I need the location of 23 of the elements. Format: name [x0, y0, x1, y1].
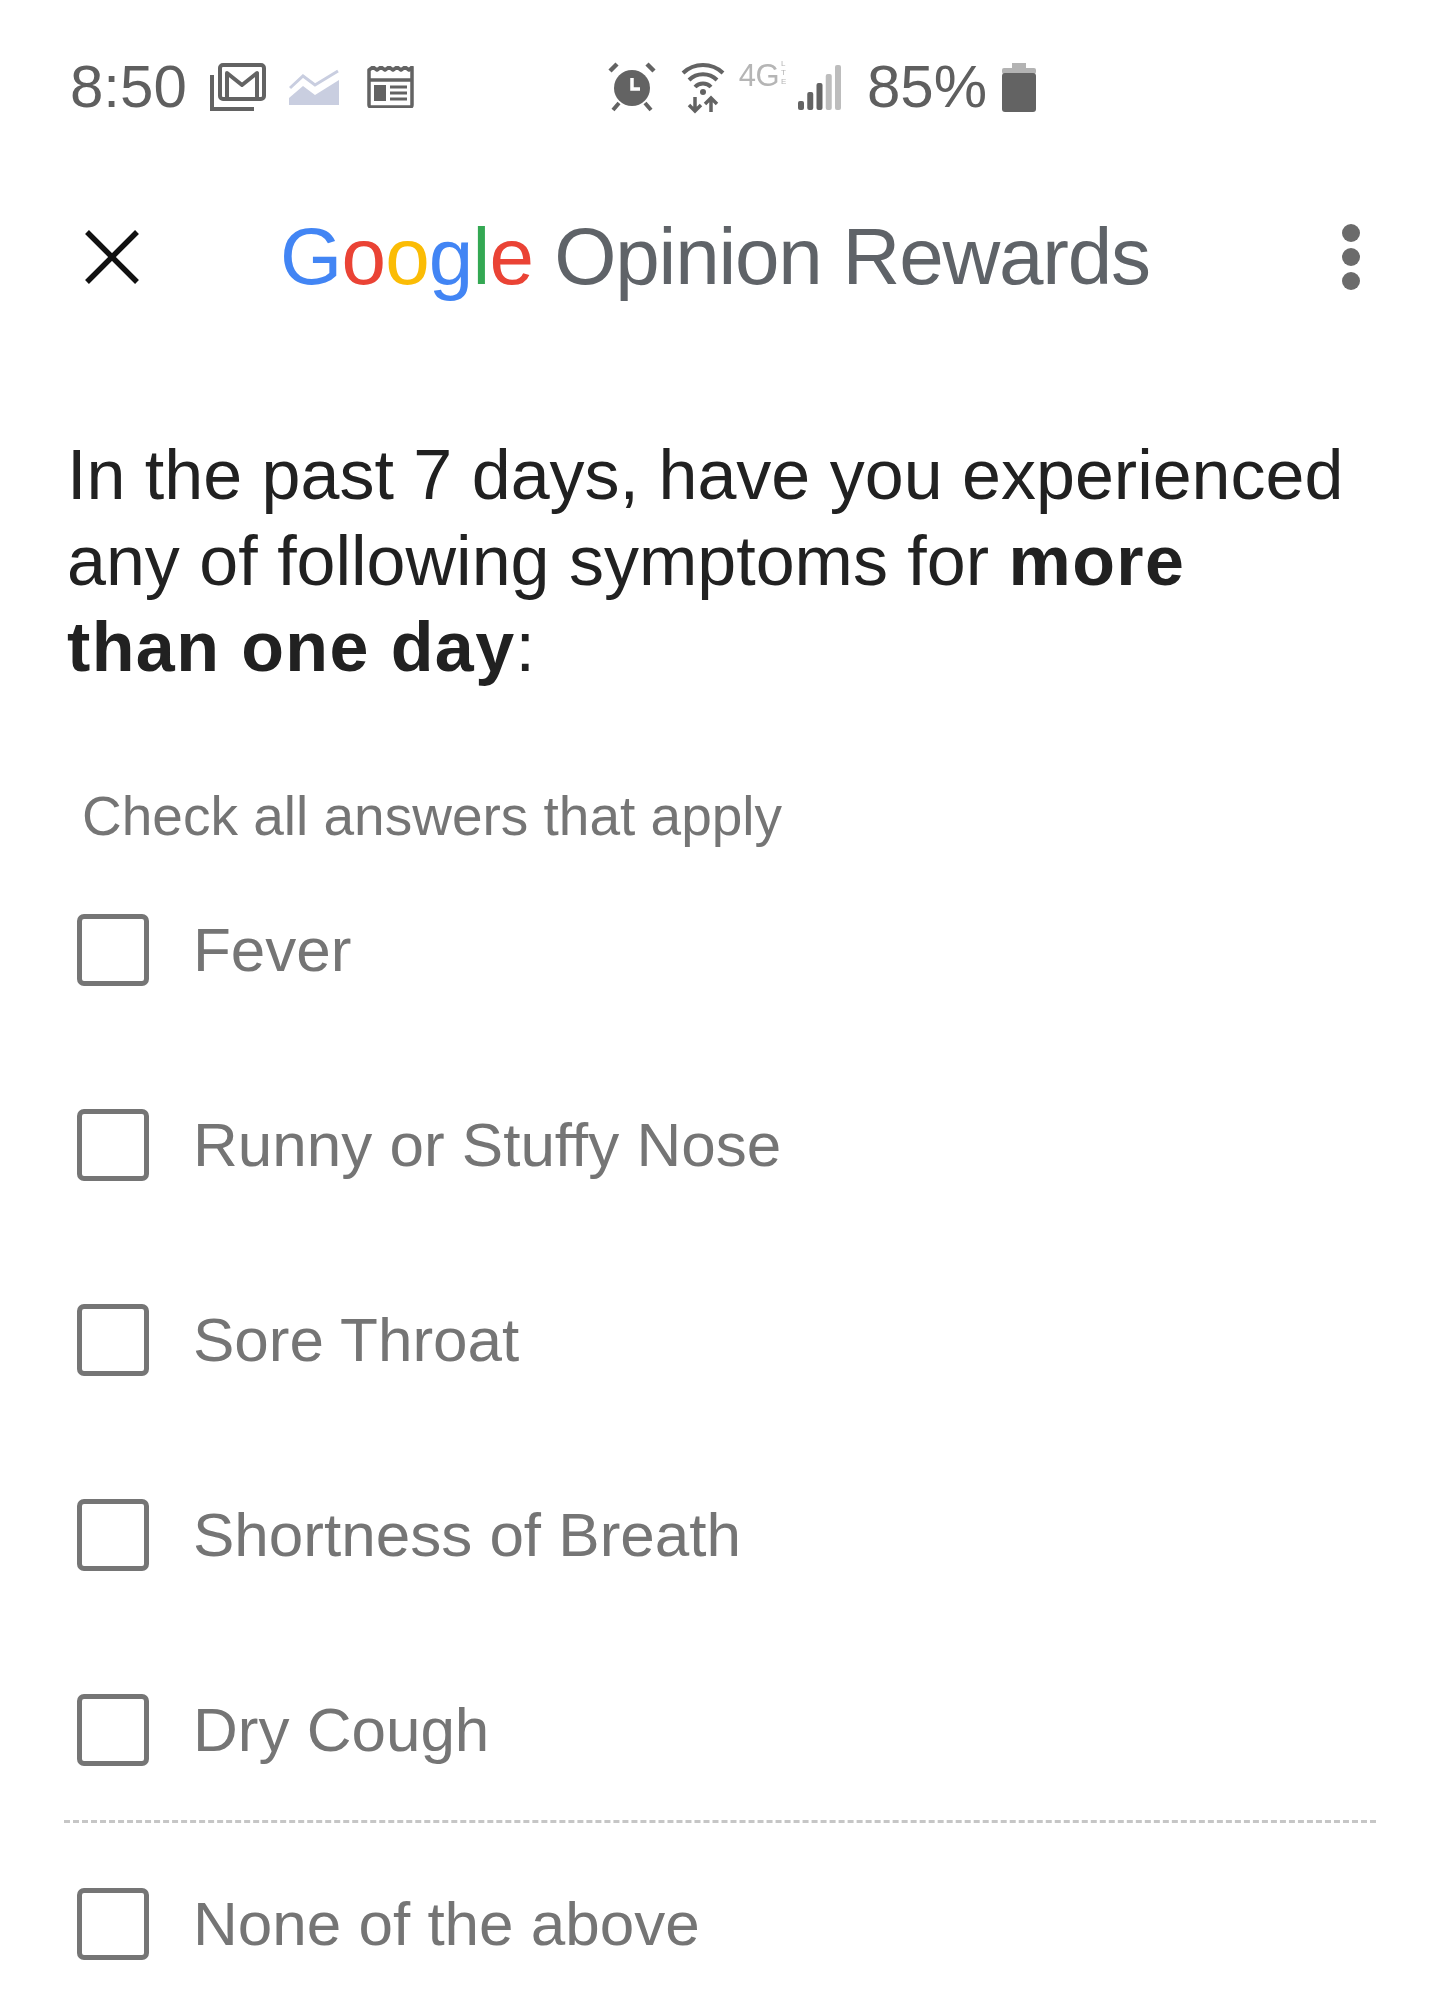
- battery-icon: [1002, 62, 1036, 112]
- checkbox[interactable]: [77, 1304, 149, 1376]
- checkbox[interactable]: [77, 1694, 149, 1766]
- wifi-data-icon: [679, 60, 726, 114]
- checkbox[interactable]: [77, 914, 149, 986]
- area-chart-icon: [288, 69, 339, 105]
- signal-bars-icon: [797, 64, 841, 110]
- question-text: In the past 7 days, have you experienced any of following symptoms for more than one day:: [67, 435, 1345, 688]
- checkbox[interactable]: [77, 1499, 149, 1571]
- option-label[interactable]: Sore Throat: [193, 1309, 520, 1371]
- close-icon[interactable]: [83, 228, 141, 286]
- option-label[interactable]: None of the above: [193, 1893, 700, 1955]
- instruction-text: Check all answers that apply: [82, 784, 783, 849]
- status-time: 8:50: [70, 57, 187, 117]
- checkbox[interactable]: [77, 1888, 149, 1960]
- mail-icon: [208, 63, 266, 111]
- checkbox[interactable]: [77, 1109, 149, 1181]
- option-label[interactable]: Shortness of Breath: [193, 1504, 741, 1566]
- battery-percent: 85%: [866, 57, 987, 117]
- network-type-label: 4G: [738, 60, 779, 91]
- option-label[interactable]: Fever: [193, 919, 352, 981]
- more-options-icon[interactable]: [1342, 224, 1360, 290]
- newspaper-icon: [366, 66, 414, 108]
